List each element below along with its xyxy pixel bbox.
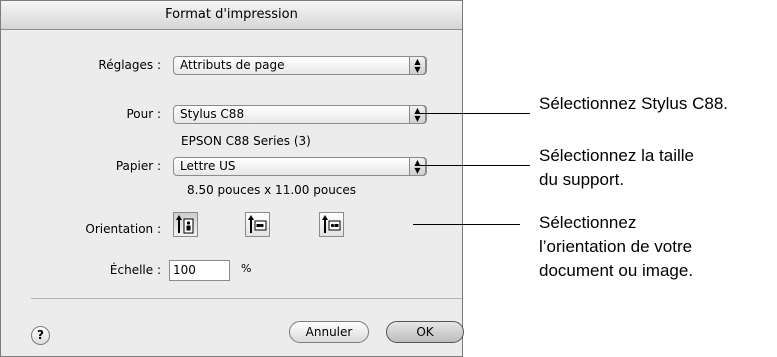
- popup-arrows-icon: ▲ ▼: [409, 56, 426, 75]
- orientation-portrait-button[interactable]: [173, 212, 198, 237]
- orientation-callout-line3: document ou image.: [539, 261, 694, 280]
- landscape-orientation-icon: [248, 215, 267, 233]
- help-button[interactable]: ?: [31, 326, 50, 345]
- orientation-callout-line2: l’orientation de votre: [539, 237, 693, 256]
- popup-arrows-icon: ▲ ▼: [409, 157, 426, 176]
- paper-callout: Sélectionnez la taille du support.: [539, 144, 694, 192]
- paper-label: Papier :: [115, 159, 161, 173]
- cancel-button[interactable]: Annuler: [289, 321, 369, 343]
- scale-input[interactable]: 100: [169, 260, 230, 281]
- settings-popup-value: Attributs de page: [180, 58, 285, 72]
- printer-label: Pour :: [126, 107, 161, 121]
- settings-label: Réglages :: [98, 58, 161, 72]
- printer-callout-model: Stylus C88: [641, 94, 724, 113]
- printer-callout-suffix: .: [723, 94, 729, 113]
- paper-size-description: 8.50 pouces x 11.00 pouces: [187, 183, 357, 197]
- scale-label: Échelle :: [109, 263, 161, 277]
- orientation-label: Orientation :: [85, 222, 161, 236]
- dialog-title: Format d'impression: [1, 1, 462, 30]
- popup-arrows-icon: ▲ ▼: [409, 105, 426, 124]
- paper-callout-line: [418, 165, 530, 166]
- orientation-callout-line1: Sélectionnez: [539, 213, 637, 232]
- portrait-orientation-icon: [176, 215, 194, 234]
- printer-callout-prefix: Sélectionnez: [539, 94, 642, 113]
- printer-popup-value: Stylus C88: [180, 107, 245, 121]
- orientation-landscape-button[interactable]: [245, 212, 270, 237]
- orientation-reverse-landscape-button[interactable]: [319, 212, 344, 237]
- orientation-callout: Sélectionnez l’orientation de votre docu…: [539, 211, 693, 283]
- printer-description: EPSON C88 Series (3): [181, 134, 311, 148]
- printer-popup[interactable]: Stylus C88 ▲ ▼: [173, 105, 427, 124]
- page-setup-dialog: Format d'impression Réglages : Attributs…: [0, 0, 464, 357]
- paper-popup-value: Lettre US: [180, 159, 236, 173]
- settings-popup[interactable]: Attributs de page ▲ ▼: [173, 56, 427, 75]
- paper-popup[interactable]: Lettre US ▲ ▼: [173, 157, 427, 176]
- paper-callout-line1: Sélectionnez la taille: [539, 146, 694, 165]
- printer-callout-line: [418, 113, 530, 114]
- reverse-landscape-orientation-icon: [322, 215, 341, 233]
- ok-button[interactable]: OK: [386, 321, 464, 343]
- divider: [31, 298, 462, 299]
- printer-callout: Sélectionnez Stylus C88.: [539, 92, 728, 116]
- orientation-callout-line: [413, 224, 520, 225]
- scale-unit: %: [241, 262, 252, 275]
- paper-callout-line2: du support.: [539, 170, 625, 189]
